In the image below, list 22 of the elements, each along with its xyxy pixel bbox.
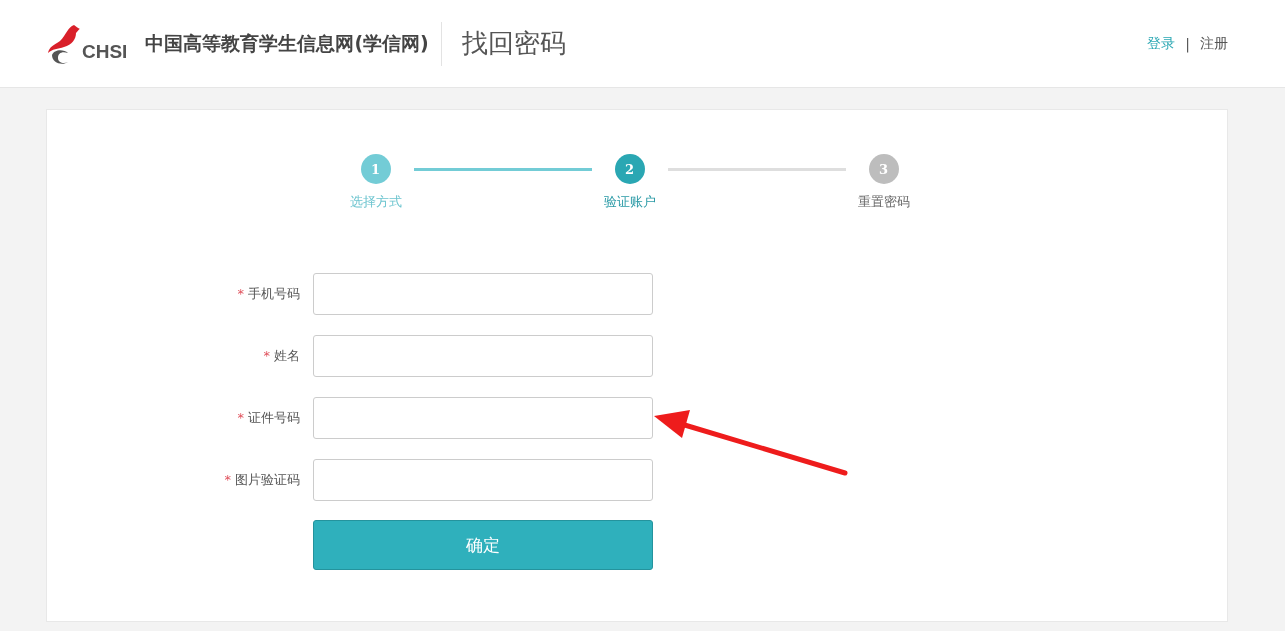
step-number: 3	[868, 154, 899, 184]
field-label: * 证件号码	[236, 409, 300, 427]
field-label: * 手机号码	[236, 285, 300, 303]
input-field[interactable]	[313, 397, 653, 439]
login-link[interactable]: 登录	[1147, 34, 1176, 53]
logo-text: CHSI	[82, 41, 128, 61]
field-label: * 姓名	[262, 347, 300, 365]
step-number: 2	[614, 154, 645, 184]
step-label: 重置密码	[857, 193, 910, 211]
input-field[interactable]	[313, 335, 653, 377]
input-field[interactable]	[313, 459, 653, 501]
step-number: 1	[360, 154, 391, 184]
input-field[interactable]	[313, 273, 653, 315]
confirm-button[interactable]: 确定	[313, 520, 653, 570]
register-link[interactable]: 注册	[1200, 34, 1228, 53]
step-label: 选择方式	[349, 193, 402, 211]
site-name: 中国高等教育学生信息网(学信网)	[145, 30, 429, 56]
step-label: 验证账户	[603, 193, 656, 211]
page-title: 找回密码	[461, 27, 566, 60]
bird-logo-icon	[46, 22, 80, 65]
field-label: * 图片验证码	[223, 471, 300, 489]
link-separator: |	[1185, 35, 1190, 52]
